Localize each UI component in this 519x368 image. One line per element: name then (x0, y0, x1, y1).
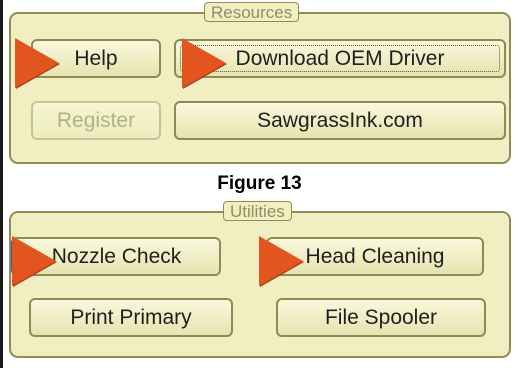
sawgrassink-button[interactable]: SawgrassInk.com (174, 101, 506, 140)
pointer-icon (182, 38, 226, 88)
figure-caption: Figure 13 (217, 173, 302, 194)
print-primary-button[interactable]: Print Primary (29, 298, 233, 337)
resources-group-title: Resources (204, 2, 300, 22)
pointer-icon (15, 38, 59, 88)
pointer-icon (259, 236, 303, 286)
register-button[interactable]: Register (31, 101, 161, 140)
pointer-icon (12, 236, 56, 286)
utilities-group-title: Utilities (223, 201, 292, 221)
file-spooler-button[interactable]: File Spooler (276, 298, 486, 337)
resources-group: Resources Help Download OEM Driver Regis… (9, 2, 511, 164)
